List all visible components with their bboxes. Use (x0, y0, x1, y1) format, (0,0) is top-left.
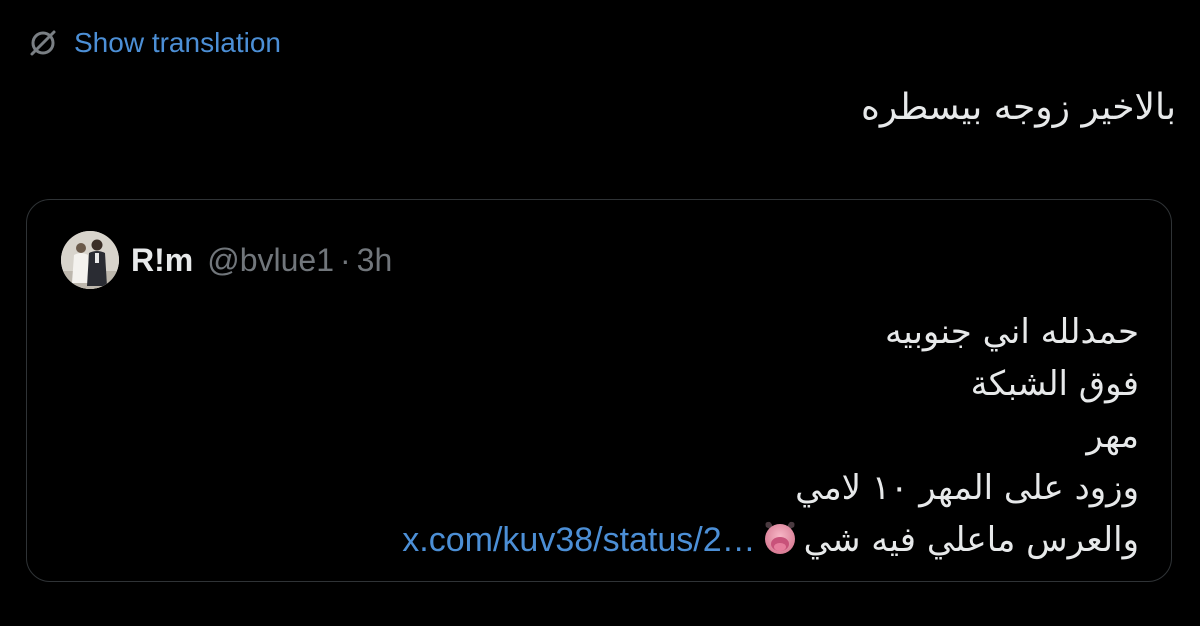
meta-separator: · (340, 241, 351, 278)
quoted-tweet-line: فوق الشبكة (970, 364, 1139, 404)
quoted-tweet-header: R!m @bvlue1 · 3h (61, 230, 392, 290)
quoted-tweet-body: حمدلله اني جنوبيه فوق الشبكة مهر وزود عل… (139, 306, 1139, 566)
author-handle[interactable]: @bvlue1 (207, 242, 334, 279)
translate-globe-slash-icon (28, 28, 58, 58)
quoted-tweet-line: مهر (1086, 416, 1139, 456)
author-name[interactable]: R!m (131, 242, 193, 279)
quoted-tweet-line: وزود على المهر ١٠ لامي (795, 468, 1139, 508)
quoted-tweet-link[interactable]: x.com/kuv38/status/2… (402, 521, 755, 559)
show-translation-label: Show translation (74, 27, 282, 58)
tweet-text: بالاخير زوجه بيسطره (861, 87, 1176, 128)
quoted-tweet-line-text: والعرس ماعلي فيه شي (803, 520, 1139, 560)
tongue-face-emoji-icon (760, 517, 800, 557)
quoted-tweet-line: حمدلله اني جنوبيه (884, 312, 1139, 352)
quoted-tweet-last-line: والعرس ماعلي فيه شي x.com/kuv38/status/2… (139, 514, 1139, 566)
post-time[interactable]: 3h (357, 242, 393, 279)
quoted-tweet-card[interactable]: R!m @bvlue1 · 3h حمدلله اني جنوبيه فوق ا… (26, 199, 1172, 582)
show-translation-button[interactable]: Show translation (28, 24, 281, 62)
avatar[interactable] (61, 231, 119, 289)
